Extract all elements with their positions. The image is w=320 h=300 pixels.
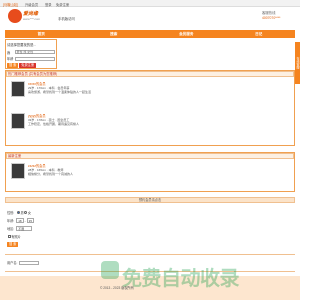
- nav-item-home[interactable]: 首页: [5, 30, 78, 38]
- gender-label: 我: [7, 50, 11, 55]
- logo-icon[interactable]: [8, 9, 22, 23]
- member-bio: 相信缘分，希望找到一个真诚的人: [28, 172, 74, 176]
- photo-checkbox-label: 有照片: [11, 235, 21, 239]
- form-age-label: 年龄:: [7, 219, 15, 223]
- upgrade-link[interactable]: 升级会员: [25, 2, 38, 7]
- search-panel-title: 请选择您要找的是...: [7, 42, 37, 47]
- city-switch-link[interactable]: [马鞍山站]: [3, 2, 18, 7]
- top-bar: [马鞍山站] 升级会员 登录 免费注册: [0, 0, 300, 7]
- main-nav: 首页 搜索 会员服务 日记: [5, 30, 295, 38]
- new-members: 最新注册 zzzzz的会员 28岁 · 165cm · 本科 · 教师 相信缘分…: [5, 152, 295, 192]
- member-bio: 喜欢旅游，希望找到一个温柔体贴的人一起生活: [28, 90, 92, 94]
- register-button[interactable]: 免费注册: [19, 62, 37, 68]
- logo-text[interactable]: 爱尚缘: [23, 10, 38, 17]
- watermark-text: 免费自动收录: [122, 268, 240, 290]
- list-item[interactable]: xxxxx的会员 29岁 · 170cm · 本科 · 会员年薪 喜欢旅游，希望…: [6, 77, 294, 111]
- member-photo[interactable]: [11, 162, 25, 179]
- appointment-bar[interactable]: 预约会员请点击: [5, 197, 295, 203]
- photo-checkbox[interactable]: [7, 235, 11, 238]
- city-select[interactable]: 不限: [16, 226, 33, 231]
- member-photo[interactable]: [11, 80, 25, 97]
- gender-male-radio[interactable]: [16, 211, 20, 214]
- header: [0, 7, 300, 29]
- hotline-label: 客服热线: [262, 11, 276, 15]
- recommended-members: 热门推荐会员 (共有会员为您推荐) xxxxx的会员 29岁 · 170cm ·…: [5, 70, 295, 146]
- gender-female-radio[interactable]: [24, 211, 28, 214]
- login-link[interactable]: 登录: [45, 2, 52, 7]
- username-input[interactable]: [19, 260, 40, 265]
- nav-item-search[interactable]: 搜索: [78, 30, 151, 38]
- gender-female-label: 女: [27, 211, 32, 215]
- member-bio: 工作稳定，性格开朗，期待遇见有缘人: [28, 122, 80, 126]
- age-label: 年龄: [7, 57, 14, 61]
- list-item[interactable]: yyyyy的会员 33岁 · 178cm · 硕士 · 国企员工 工作稳定，性格…: [6, 111, 294, 145]
- list-item[interactable]: zzzzz的会员 28岁 · 165cm · 本科 · 教师 相信缘分，希望找到…: [6, 159, 294, 193]
- mobile-link[interactable]: 手机版访问: [58, 16, 75, 21]
- search-button[interactable]: 搜 索: [7, 62, 19, 68]
- age-from-select[interactable]: 18: [16, 218, 24, 223]
- member-photo[interactable]: [11, 112, 25, 129]
- advanced-search-form: 性别: 男 女 年龄: 18 - 35 地区: 不限 有照片 搜 索: [7, 211, 35, 247]
- nav-item-services[interactable]: 会员服务: [150, 30, 223, 38]
- form-search-button[interactable]: 搜 索: [7, 242, 19, 247]
- age-to-select[interactable]: 35: [26, 218, 35, 223]
- footer-copyright: © 2013 - 2023 版权所有: [100, 286, 134, 290]
- online-service-tab[interactable]: 在线客服: [295, 42, 300, 84]
- register-link[interactable]: 免费注册: [56, 2, 69, 7]
- gender-male-label: 男: [20, 211, 24, 215]
- form-city-label: 地区:: [7, 227, 15, 231]
- form-gender-label: 性别:: [7, 211, 15, 215]
- logo-subtext: www.***.com: [23, 17, 41, 21]
- age-input[interactable]: [15, 56, 55, 61]
- username-label: 用户名:: [7, 261, 18, 265]
- gender-select[interactable]: 男性 找 女性: [15, 50, 55, 54]
- hotline-number: 4007070****: [262, 16, 281, 20]
- quick-search-panel: 请选择您要找的是... 我 男性 找 女性 年龄 搜 索 免费注册: [5, 39, 57, 69]
- watermark-icon: [101, 261, 119, 279]
- nav-item-diary[interactable]: 日记: [223, 30, 296, 38]
